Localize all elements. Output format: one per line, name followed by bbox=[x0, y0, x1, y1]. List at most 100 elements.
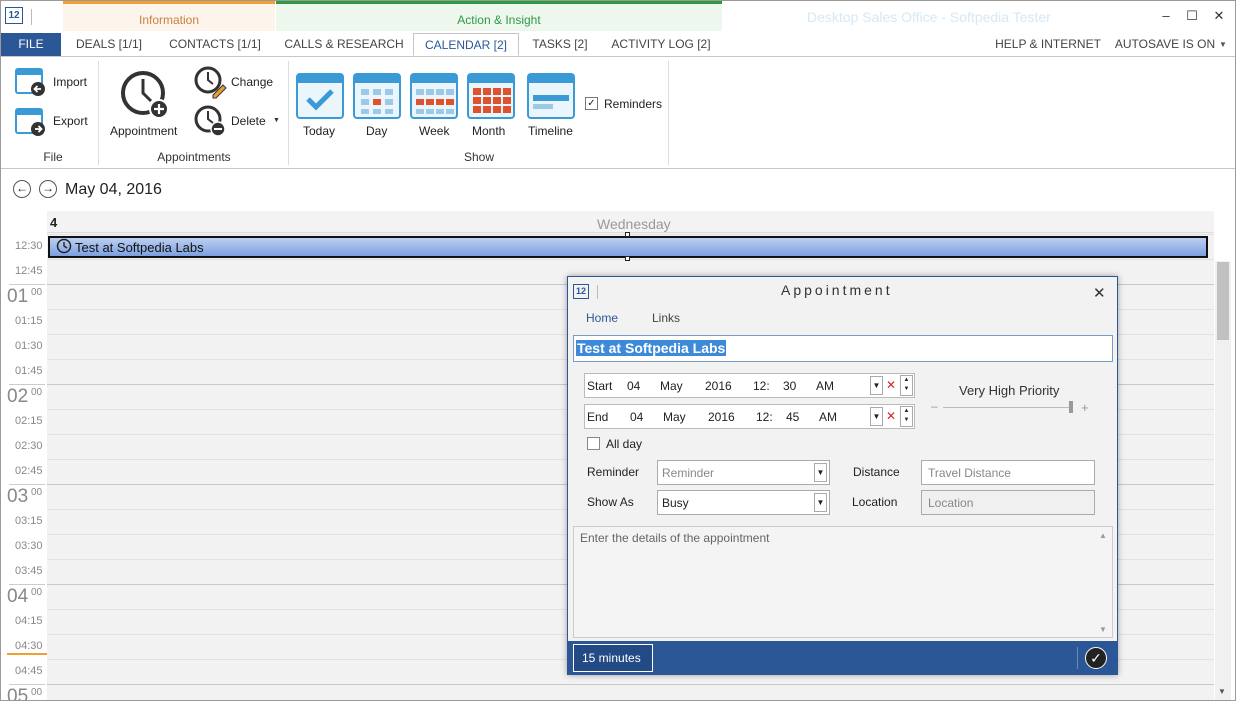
start-day[interactable]: 04 bbox=[627, 379, 640, 393]
import-icon[interactable] bbox=[15, 65, 47, 97]
priority-slider-thumb[interactable] bbox=[1069, 401, 1073, 413]
import-button[interactable]: Import bbox=[53, 75, 87, 89]
week-view-icon[interactable] bbox=[410, 71, 458, 119]
hour-separator bbox=[9, 384, 45, 385]
app-logo: 12 bbox=[5, 7, 23, 24]
month-view-button[interactable]: Month bbox=[472, 124, 505, 138]
next-day-button[interactable]: → bbox=[39, 180, 57, 198]
end-month[interactable]: May bbox=[663, 410, 686, 424]
calendar-event[interactable] bbox=[48, 236, 1208, 258]
priority-decrease-icon[interactable]: – bbox=[931, 399, 938, 413]
time-label: 04:45 bbox=[15, 665, 43, 677]
scrollbar-thumb[interactable] bbox=[1217, 262, 1229, 340]
end-clear-icon[interactable]: ✕ bbox=[886, 409, 896, 423]
end-day[interactable]: 04 bbox=[630, 410, 643, 424]
previous-day-button[interactable]: ← bbox=[13, 180, 31, 198]
end-spinner[interactable]: ▲ ▼ bbox=[900, 406, 913, 427]
close-button[interactable]: ✕ bbox=[1209, 7, 1229, 25]
location-input[interactable]: Location bbox=[921, 490, 1095, 515]
start-dropdown-icon[interactable]: ▼ bbox=[870, 376, 883, 395]
duration-badge[interactable]: 15 minutes bbox=[573, 644, 653, 672]
day-view-icon[interactable] bbox=[353, 71, 401, 119]
priority-slider[interactable] bbox=[943, 407, 1069, 408]
tab-file[interactable]: FILE bbox=[1, 33, 61, 56]
details-scroll-down-icon[interactable]: ▼ bbox=[1099, 625, 1107, 634]
end-label: End bbox=[587, 410, 609, 424]
dialog-close-icon[interactable]: ✕ bbox=[1093, 284, 1106, 302]
end-dropdown-icon[interactable]: ▼ bbox=[870, 407, 883, 426]
autosave-toggle[interactable]: AUTOSAVE IS ON bbox=[1113, 33, 1217, 56]
show-as-select[interactable]: Busy bbox=[657, 490, 830, 515]
month-view-icon[interactable] bbox=[467, 71, 515, 119]
change-button[interactable]: Change bbox=[231, 75, 273, 89]
time-label: 12:45 bbox=[15, 265, 43, 277]
reminder-dropdown-icon[interactable]: ▼ bbox=[814, 463, 827, 482]
delete-button[interactable]: Delete bbox=[231, 114, 266, 128]
priority-increase-icon[interactable]: + bbox=[1081, 400, 1089, 415]
hour-label: 03 bbox=[7, 486, 29, 507]
dialog-title-separator bbox=[597, 285, 598, 299]
tab-tasks[interactable]: TASKS [2] bbox=[525, 33, 595, 56]
timeline-view-button[interactable]: Timeline bbox=[528, 124, 573, 138]
today-icon[interactable] bbox=[296, 71, 344, 119]
resize-handle-bottom[interactable] bbox=[625, 256, 630, 261]
timeline-view-icon[interactable] bbox=[527, 71, 575, 119]
scroll-down-icon[interactable]: ▼ bbox=[1218, 687, 1226, 696]
distance-input[interactable]: Travel Distance bbox=[921, 460, 1095, 485]
details-textarea[interactable]: Enter the details of the appointment bbox=[573, 526, 1113, 638]
reminders-checkbox[interactable]: ✓ bbox=[585, 97, 598, 110]
export-button[interactable]: Export bbox=[53, 114, 88, 128]
maximize-button[interactable]: ☐ bbox=[1182, 7, 1202, 25]
start-month[interactable]: May bbox=[660, 379, 683, 393]
start-spinner[interactable]: ▲ ▼ bbox=[900, 375, 913, 396]
start-clear-icon[interactable]: ✕ bbox=[886, 378, 896, 392]
tab-contacts[interactable]: CONTACTS [1/1] bbox=[163, 33, 267, 56]
app-window: 12 Information Action & Insight Desktop … bbox=[0, 0, 1236, 701]
end-minute[interactable]: 45 bbox=[786, 410, 799, 424]
resize-handle-top[interactable] bbox=[625, 232, 630, 237]
reminder-label: Reminder bbox=[587, 465, 640, 479]
location-label: Location bbox=[852, 495, 898, 509]
details-scroll-up-icon[interactable]: ▲ bbox=[1099, 531, 1107, 540]
export-icon[interactable] bbox=[15, 105, 47, 137]
grid-line bbox=[47, 684, 1214, 685]
show-group-label: Show bbox=[463, 150, 495, 164]
file-group-label: File bbox=[43, 150, 63, 164]
tab-activity-log[interactable]: ACTIVITY LOG [2] bbox=[607, 33, 715, 56]
appointments-group-label: Appointments bbox=[157, 150, 231, 164]
time-label: 01:15 bbox=[15, 315, 43, 327]
minimize-button[interactable]: – bbox=[1156, 7, 1176, 25]
start-minute[interactable]: 30 bbox=[783, 379, 796, 393]
time-label: 03:45 bbox=[15, 565, 43, 577]
appointment-button[interactable]: Appointment bbox=[110, 124, 177, 138]
tab-calls-research[interactable]: CALLS & RESEARCH bbox=[281, 33, 407, 56]
end-year[interactable]: 2016 bbox=[708, 410, 735, 424]
new-appointment-icon[interactable] bbox=[119, 69, 171, 121]
hour-minutes-label: 00 bbox=[31, 287, 43, 298]
dialog-title: Appointment bbox=[781, 282, 893, 298]
delete-dropdown-icon[interactable]: ▼ bbox=[273, 117, 280, 124]
week-view-button[interactable]: Week bbox=[419, 124, 449, 138]
information-label: Information bbox=[138, 13, 200, 27]
day-view-button[interactable]: Day bbox=[366, 124, 387, 138]
tab-calendar[interactable]: CALENDAR [2] bbox=[413, 33, 519, 56]
delete-appointment-icon[interactable] bbox=[193, 104, 227, 138]
tab-help-internet[interactable]: HELP & INTERNET bbox=[991, 33, 1105, 56]
start-hour[interactable]: 12: bbox=[753, 379, 770, 393]
today-button[interactable]: Today bbox=[303, 124, 335, 138]
dialog-tab-home[interactable]: Home bbox=[586, 311, 618, 325]
start-ampm[interactable]: AM bbox=[816, 379, 834, 393]
change-appointment-icon[interactable] bbox=[193, 65, 227, 99]
end-ampm[interactable]: AM bbox=[819, 410, 837, 424]
confirm-check-icon[interactable]: ✓ bbox=[1085, 647, 1107, 669]
all-day-checkbox[interactable] bbox=[587, 437, 600, 450]
dialog-tab-links[interactable]: Links bbox=[652, 311, 680, 325]
hour-label: 05 bbox=[7, 686, 29, 701]
show-as-dropdown-icon[interactable]: ▼ bbox=[814, 493, 827, 512]
time-label: 02:45 bbox=[15, 465, 43, 477]
start-year[interactable]: 2016 bbox=[705, 379, 732, 393]
autosave-dropdown-icon[interactable]: ▼ bbox=[1219, 40, 1227, 49]
tab-deals[interactable]: DEALS [1/1] bbox=[71, 33, 147, 56]
reminder-select[interactable]: Reminder bbox=[657, 460, 830, 485]
end-hour[interactable]: 12: bbox=[756, 410, 773, 424]
